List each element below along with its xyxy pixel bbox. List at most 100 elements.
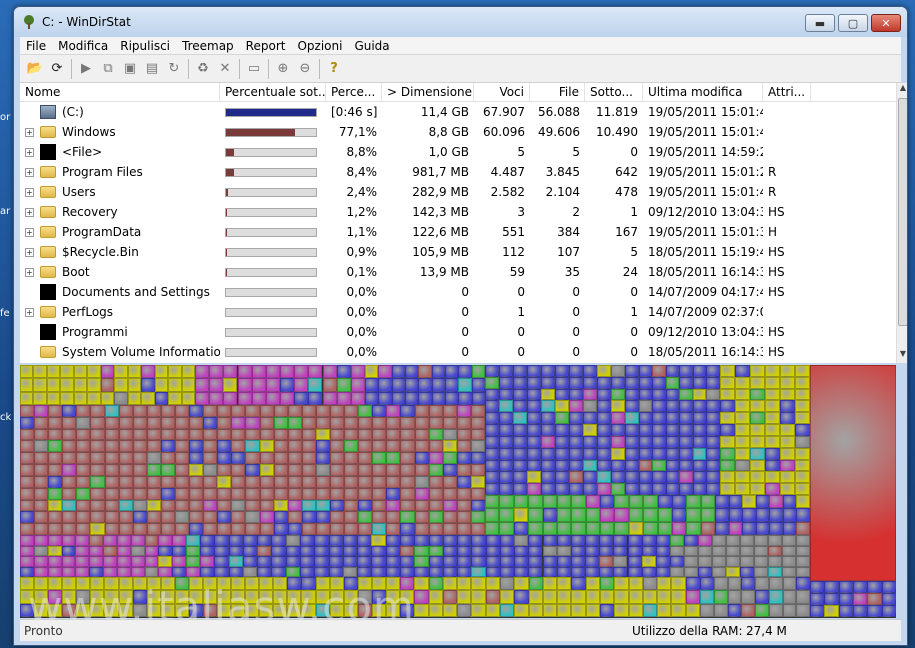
treemap-cell[interactable] (48, 511, 63, 524)
treemap-cell[interactable] (625, 376, 639, 389)
treemap-cell[interactable] (160, 523, 175, 535)
treemap-cell[interactable] (527, 447, 541, 460)
treemap-cell[interactable] (782, 566, 796, 577)
treemap-cell[interactable] (541, 459, 555, 472)
treemap-cell[interactable] (665, 447, 680, 460)
treemap-cell[interactable] (118, 452, 133, 465)
treemap-cell[interactable] (280, 365, 295, 379)
treemap-view[interactable] (20, 365, 896, 618)
treemap-cell[interactable] (795, 412, 810, 425)
treemap-cell[interactable] (90, 464, 105, 476)
treemap-cell[interactable] (172, 535, 187, 546)
treemap-cell[interactable] (287, 487, 302, 500)
treemap-cell[interactable] (782, 508, 797, 522)
treemap-cell[interactable] (597, 483, 611, 495)
treemap-cell[interactable] (328, 545, 343, 556)
treemap-cell[interactable] (600, 521, 615, 535)
treemap-cell[interactable] (569, 424, 583, 436)
treemap-cell[interactable] (513, 495, 529, 509)
treemap-cell[interactable] (780, 424, 795, 436)
treemap-cell[interactable] (87, 365, 101, 379)
treemap-cell[interactable] (76, 464, 91, 476)
treemap-cell[interactable] (442, 590, 458, 604)
treemap-cell[interactable] (442, 475, 457, 488)
treemap-cell[interactable] (740, 566, 754, 577)
treemap-cell[interactable] (47, 535, 62, 546)
treemap-cell[interactable] (160, 511, 175, 524)
treemap-cell[interactable] (597, 388, 611, 401)
treemap-cell[interactable] (228, 556, 243, 567)
treemap-cell[interactable] (569, 459, 583, 472)
treemap-cell[interactable] (189, 511, 204, 524)
treemap-cell[interactable] (611, 376, 625, 389)
treemap-cell[interactable] (344, 523, 359, 535)
treemap-cell[interactable] (61, 535, 76, 546)
treemap-cell[interactable] (471, 590, 486, 604)
treemap-cell[interactable] (720, 400, 735, 413)
treemap-cell[interactable] (48, 452, 63, 465)
treemap-cell[interactable] (557, 590, 572, 604)
treemap-cell[interactable] (613, 545, 628, 556)
treemap-cell[interactable] (611, 424, 625, 436)
treemap-cell[interactable] (34, 499, 49, 512)
treemap-cell[interactable] (625, 459, 639, 472)
treemap-cell[interactable] (500, 535, 515, 546)
treemap-cell[interactable] (652, 365, 666, 377)
treemap-cell[interactable] (679, 400, 693, 413)
treemap-cell[interactable] (499, 388, 513, 401)
treemap-cell[interactable] (571, 495, 586, 509)
expand-icon[interactable]: + (25, 227, 34, 237)
treemap-cell[interactable] (141, 378, 155, 392)
treemap-cell[interactable] (158, 566, 173, 577)
treemap-cell[interactable] (34, 416, 49, 429)
treemap-cell[interactable] (73, 378, 88, 392)
treemap-cell[interactable] (259, 511, 274, 524)
treemap-cell[interactable] (287, 464, 302, 476)
treemap-cell[interactable] (414, 603, 429, 617)
treemap-cell[interactable] (698, 535, 712, 546)
treemap-cell[interactable] (555, 365, 569, 377)
treemap-cell[interactable] (405, 378, 419, 392)
treemap-cell[interactable] (570, 545, 585, 556)
treemap-cell[interactable] (62, 523, 77, 535)
treemap-cell[interactable] (795, 424, 810, 436)
treemap-cell[interactable] (570, 566, 585, 577)
treemap-cell[interactable] (638, 376, 653, 389)
treemap-cell[interactable] (657, 590, 672, 604)
treemap-cell[interactable] (328, 556, 343, 567)
treemap-cell[interactable] (541, 376, 555, 389)
scroll-thumb[interactable] (898, 98, 907, 326)
treemap-cell[interactable] (613, 566, 628, 577)
treemap-cell[interactable] (611, 400, 625, 413)
treemap-cell[interactable] (765, 447, 780, 460)
treemap-cell[interactable] (528, 521, 543, 535)
treemap-cell[interactable] (400, 452, 415, 465)
treemap-cell[interactable] (458, 365, 472, 379)
treemap-cell[interactable] (33, 378, 47, 392)
treemap-cell[interactable] (285, 545, 300, 556)
treemap-cell[interactable] (400, 475, 415, 488)
treemap-cell[interactable] (75, 556, 90, 567)
treemap-cell[interactable] (386, 499, 401, 512)
treemap-cell[interactable] (259, 416, 274, 429)
treemap-cell[interactable] (314, 545, 329, 556)
table-row[interactable]: + Users 2,4% 282,9 MB 2.582 2.104 478 19/05/201… (20, 182, 896, 202)
treemap-cell[interactable] (499, 435, 513, 448)
treemap-cell[interactable] (514, 566, 529, 577)
treemap-cell[interactable] (175, 475, 190, 488)
treemap-cell[interactable] (881, 605, 896, 617)
treemap-cell[interactable] (271, 535, 286, 546)
treemap-cell[interactable] (638, 400, 653, 413)
treemap-cell[interactable] (273, 440, 288, 453)
treemap-cell[interactable] (189, 452, 204, 465)
recycle-icon[interactable]: ♻ (192, 58, 214, 80)
treemap-cell[interactable] (400, 464, 415, 476)
treemap-cell[interactable] (118, 487, 133, 500)
treemap-cell[interactable] (585, 577, 600, 591)
treemap-cell[interactable] (638, 435, 653, 448)
treemap-cell[interactable] (442, 566, 458, 577)
treemap-cell[interactable] (104, 499, 119, 512)
treemap-cell[interactable] (365, 378, 379, 392)
treemap-cell[interactable] (141, 365, 155, 379)
treemap-cell[interactable] (684, 566, 698, 577)
